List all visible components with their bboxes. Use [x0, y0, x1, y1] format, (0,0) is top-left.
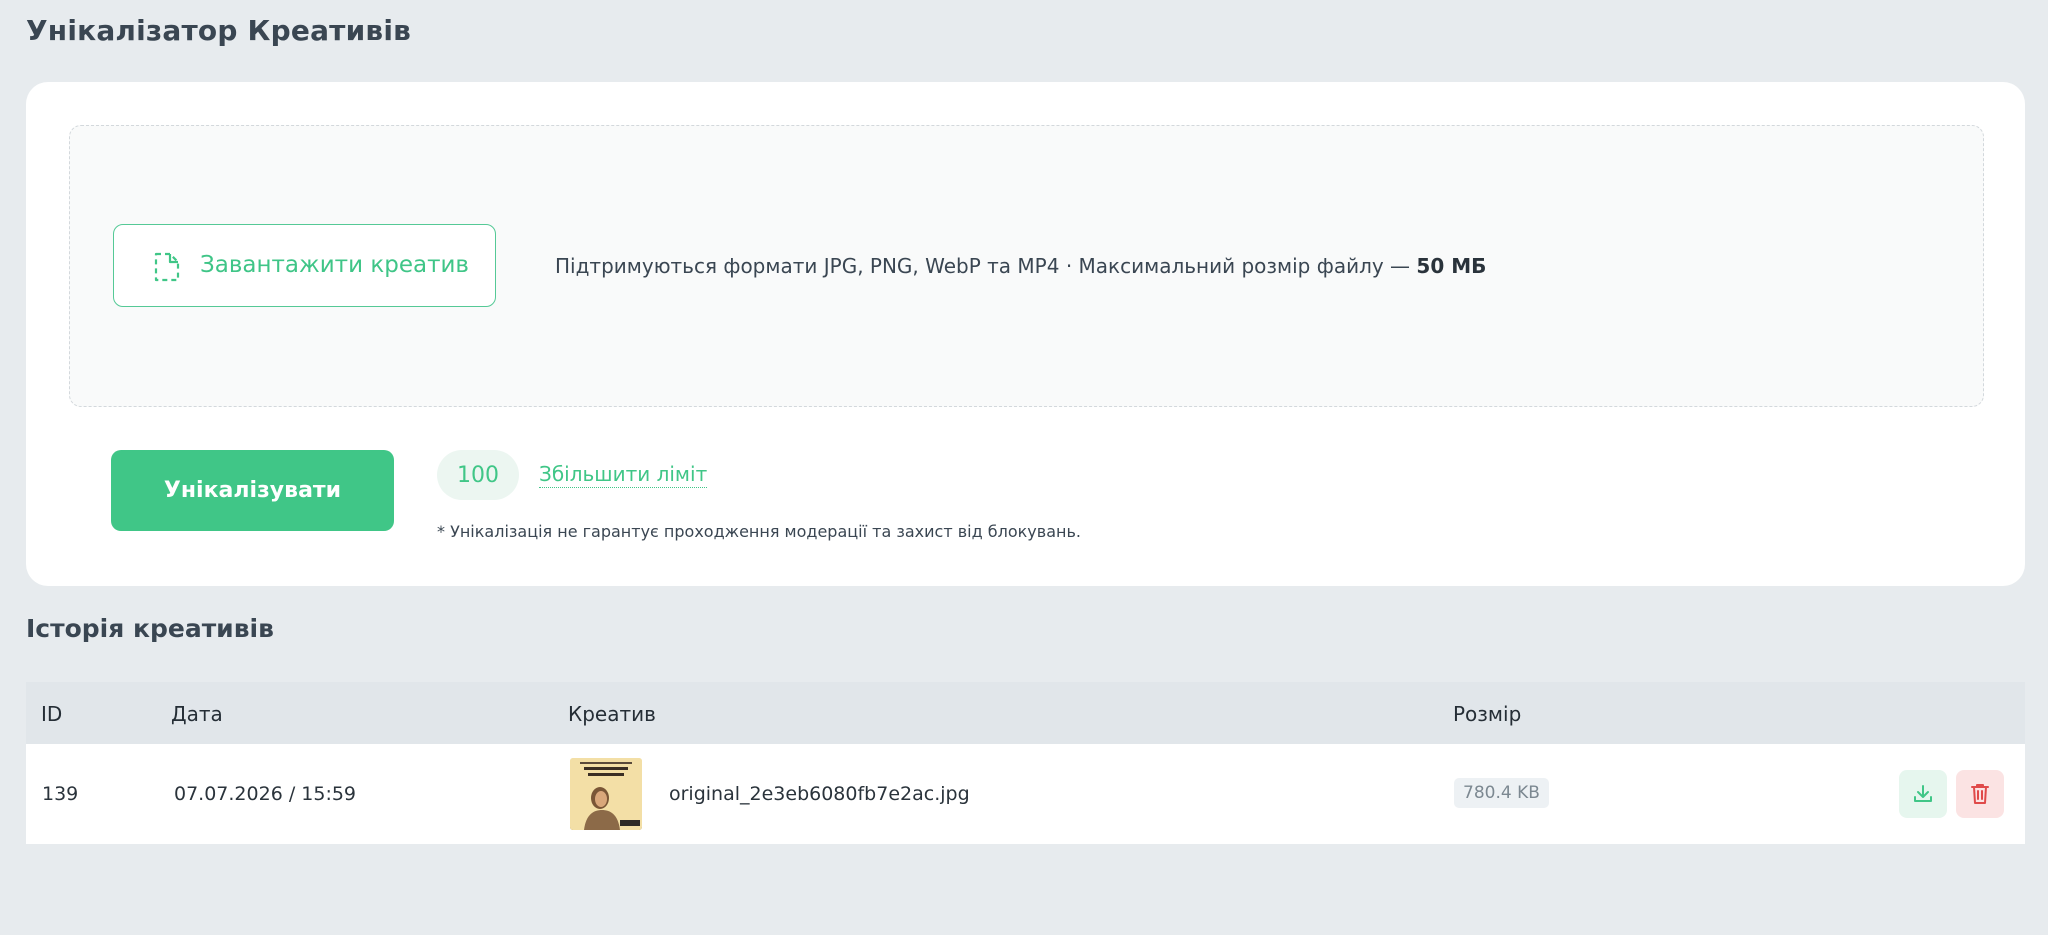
history-table: ID Дата Креатив Розмір 139 07.07.2026 / …: [26, 682, 2025, 844]
column-creative: Креатив: [568, 702, 656, 726]
download-icon: [1914, 785, 1932, 802]
max-size: 50 МБ: [1416, 254, 1487, 278]
uniquify-button[interactable]: Унікалізувати: [111, 450, 394, 531]
trash-icon: [1971, 784, 1989, 804]
table-row: 139 07.07.2026 / 15:59 original_2e3eb608…: [26, 744, 2025, 844]
delete-button[interactable]: [1956, 770, 2004, 818]
formats-text: Підтримуються формати JPG, PNG, WebP та …: [555, 254, 1417, 278]
table-header: ID Дата Креатив Розмір: [26, 682, 2025, 744]
creative-thumbnail[interactable]: [570, 758, 642, 830]
history-title: Історія креативів: [26, 614, 274, 643]
column-date: Дата: [171, 702, 223, 726]
file-dashed-icon: [154, 252, 180, 282]
formats-info: Підтримуються формати JPG, PNG, WebP та …: [555, 254, 1486, 278]
upload-creative-button[interactable]: Завантажити креатив: [113, 224, 496, 307]
page: Унікалізатор Креативів Завантажити креат…: [0, 0, 2048, 935]
disclaimer: * Унікалізація не гарантує проходження м…: [437, 522, 1081, 541]
row-filename[interactable]: original_2e3eb6080fb7e2ac.jpg: [669, 783, 970, 805]
dropzone[interactable]: Завантажити креатив Підтримуються формат…: [69, 125, 1984, 407]
column-size: Розмір: [1453, 702, 1522, 726]
column-id: ID: [41, 702, 63, 726]
limit-counter: 100: [437, 450, 519, 500]
download-button[interactable]: [1899, 770, 1947, 818]
row-id: 139: [42, 783, 79, 805]
upload-card: Завантажити креатив Підтримуються формат…: [26, 82, 2025, 586]
thumbnail-image: [570, 758, 642, 830]
row-date: 07.07.2026 / 15:59: [174, 783, 357, 805]
upload-button-label: Завантажити креатив: [200, 252, 469, 278]
page-title: Унікалізатор Креативів: [26, 14, 412, 47]
size-badge: 780.4 KB: [1454, 778, 1549, 808]
increase-limit-link[interactable]: Збільшити ліміт: [539, 462, 708, 488]
